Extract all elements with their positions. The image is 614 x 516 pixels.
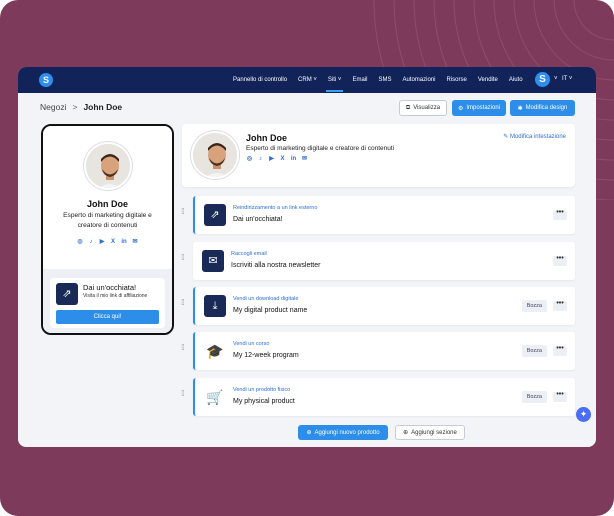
- item-title: My digital product name: [233, 307, 308, 314]
- phone-profile-section: John Doe Esperto di marketing digitale e…: [43, 126, 172, 269]
- phone-links-section: ⇗ Dai un'occhiata! Visita il mio link di…: [43, 269, 172, 333]
- profile-avatar: [84, 142, 132, 190]
- item-type-label: Raccogli email: [231, 251, 267, 257]
- nav-item-sites[interactable]: Siti ˅: [325, 67, 343, 93]
- drag-handle-icon[interactable]: ⁞⁞: [181, 299, 187, 311]
- app-logo[interactable]: S: [39, 73, 53, 87]
- phone-preview: John Doe Esperto di marketing digitale e…: [41, 124, 174, 335]
- list-item[interactable]: 🛒 Vendi un prodotto fisico My physical p…: [193, 378, 575, 416]
- edit-header-link[interactable]: ✎ Modifica intestazione: [503, 133, 566, 140]
- item-title: Iscriviti alla nostra newsletter: [231, 262, 321, 269]
- instagram-icon[interactable]: ◎: [246, 156, 253, 163]
- add-section-button[interactable]: ⊕ Aggiungi sezione: [395, 425, 465, 440]
- external-link-icon: ⇗: [204, 204, 226, 226]
- youtube-icon[interactable]: ▶: [268, 156, 275, 163]
- x-icon[interactable]: X: [110, 239, 117, 246]
- nav-item-sms[interactable]: SMS: [378, 67, 391, 93]
- email-icon[interactable]: ✉: [301, 156, 308, 163]
- linkedin-icon[interactable]: in: [121, 239, 128, 246]
- draft-badge: Bozza: [521, 391, 547, 403]
- external-link-icon: ⧉: [405, 104, 411, 111]
- preview-button[interactable]: ⧉ Visualizza: [399, 100, 447, 116]
- avatar-illustration: [86, 144, 130, 188]
- chevron-down-icon: ˅: [313, 77, 317, 83]
- item-type-label: Vendi un prodotto fisico: [233, 387, 291, 393]
- draft-badge: Bozza: [521, 300, 547, 312]
- nav-item-email[interactable]: Email: [352, 67, 367, 93]
- cart-icon: 🛒: [206, 389, 224, 405]
- header-bio: Esperto di marketing digitale e creatore…: [246, 145, 395, 152]
- more-options-button[interactable]: •••: [553, 209, 567, 220]
- nav-item-resources[interactable]: Risorse: [447, 67, 467, 93]
- envelope-icon: ✉: [202, 250, 224, 272]
- breadcrumb-current: John Doe: [83, 102, 123, 112]
- drag-handle-icon[interactable]: ⁞⁞: [181, 344, 187, 356]
- header-name: John Doe: [246, 133, 288, 143]
- header-avatar: [191, 131, 239, 179]
- tiktok-icon[interactable]: ♪: [257, 156, 264, 163]
- item-title: Dai un'occhiata!: [233, 216, 283, 223]
- promo-button[interactable]: Clicca qui!: [56, 310, 159, 324]
- download-icon: ⤓: [204, 295, 226, 317]
- assistant-sparkle-button[interactable]: ✦: [576, 407, 591, 422]
- list-item[interactable]: 🎓 Vendi un corso My 12-week program Bozz…: [193, 332, 575, 370]
- add-product-button[interactable]: ⊕ Aggiungi nuovo prodotto: [298, 425, 388, 440]
- list-item[interactable]: ✉ Raccogli email Iscriviti alla nostra n…: [193, 242, 575, 280]
- language-selector[interactable]: IT ˅: [562, 76, 572, 82]
- more-options-button[interactable]: •••: [553, 255, 567, 266]
- palette-icon: ✱: [517, 105, 523, 112]
- gear-icon: ⚙: [457, 105, 464, 112]
- linkedin-icon[interactable]: in: [290, 156, 297, 163]
- breadcrumb: Negozi > John Doe: [40, 102, 122, 112]
- plus-circle-icon: ⊕: [403, 430, 409, 436]
- item-title: My physical product: [233, 398, 295, 405]
- header-social-links: ◎ ♪ ▶ X in ✉: [246, 156, 308, 163]
- drag-handle-icon[interactable]: ⁞⁞: [181, 208, 187, 220]
- breadcrumb-separator: >: [72, 102, 78, 112]
- email-icon[interactable]: ✉: [132, 239, 139, 246]
- draft-badge: Bozza: [521, 345, 547, 357]
- main-nav: Pannello di controllo CRM ˅ Siti ˅ Email…: [233, 67, 534, 93]
- x-icon[interactable]: X: [279, 156, 286, 163]
- avatar-illustration: [193, 133, 237, 177]
- app-window: S Pannello di controllo CRM ˅ Siti ˅ Ema…: [18, 67, 596, 447]
- item-type-label: Vendi un download digitale: [233, 296, 299, 302]
- edit-design-button[interactable]: ✱ Modifica design: [510, 100, 575, 116]
- profile-name: John Doe: [86, 199, 128, 209]
- more-options-button[interactable]: •••: [553, 391, 567, 402]
- nav-item-crm[interactable]: CRM ˅: [298, 67, 317, 93]
- social-links: ◎ ♪ ▶ X in ✉: [43, 239, 172, 246]
- nav-item-sales[interactable]: Vendite: [478, 67, 498, 93]
- profile-bio: Esperto di marketing digitale e creatore…: [63, 212, 152, 229]
- header-card[interactable]: John Doe Esperto di marketing digitale e…: [182, 124, 575, 187]
- external-link-icon: ⇗: [56, 283, 78, 305]
- pencil-icon: ✎: [503, 134, 509, 140]
- chevron-down-icon: ˅: [337, 77, 342, 83]
- youtube-icon[interactable]: ▶: [99, 239, 106, 246]
- drag-handle-icon[interactable]: ⁞⁞: [181, 254, 187, 266]
- breadcrumb-parent[interactable]: Negozi: [40, 102, 66, 112]
- list-item[interactable]: ⤓ Vendi un download digitale My digital …: [193, 287, 575, 325]
- promo-title: Dai un'occhiata!: [83, 283, 137, 292]
- list-item[interactable]: ⇗ Reindirizzamento a un link esterno Dai…: [193, 196, 575, 234]
- promo-subtitle: Visita il mio link di affiliazione: [83, 293, 148, 299]
- plus-circle-icon: ⊕: [306, 430, 312, 436]
- more-options-button[interactable]: •••: [553, 300, 567, 311]
- drag-handle-icon[interactable]: ⁞⁞: [181, 390, 187, 402]
- item-type-label: Vendi un corso: [233, 341, 270, 347]
- graduation-cap-icon: 🎓: [206, 343, 224, 359]
- nav-item-dashboard[interactable]: Pannello di controllo: [233, 67, 287, 93]
- user-menu-chevron-icon[interactable]: ˅: [554, 76, 558, 82]
- nav-item-automations[interactable]: Automazioni: [402, 67, 435, 93]
- instagram-icon[interactable]: ◎: [77, 239, 84, 246]
- top-navigation-bar: S Pannello di controllo CRM ˅ Siti ˅ Ema…: [18, 67, 596, 93]
- item-title: My 12-week program: [233, 352, 299, 359]
- user-avatar[interactable]: S: [535, 72, 550, 87]
- promo-card: ⇗ Dai un'occhiata! Visita il mio link di…: [50, 278, 165, 328]
- item-type-label: Reindirizzamento a un link esterno: [233, 205, 318, 211]
- more-options-button[interactable]: •••: [553, 345, 567, 356]
- nav-item-help[interactable]: Aiuto: [509, 67, 523, 93]
- tiktok-icon[interactable]: ♪: [88, 239, 95, 246]
- settings-button[interactable]: ⚙ Impostazioni: [452, 100, 506, 116]
